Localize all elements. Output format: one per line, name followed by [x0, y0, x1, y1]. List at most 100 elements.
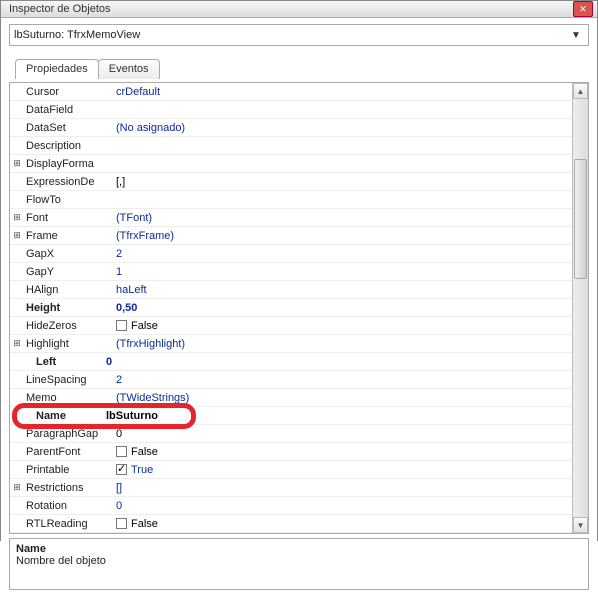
property-value-text: False — [131, 320, 158, 332]
property-row[interactable]: GapX2 — [10, 245, 572, 263]
property-name: Frame — [24, 230, 110, 242]
property-value[interactable]: [] — [110, 482, 572, 494]
checkbox-icon[interactable] — [116, 446, 127, 457]
property-row[interactable]: Memo(TWideStrings) — [10, 389, 572, 407]
property-value[interactable]: 0 — [100, 356, 572, 368]
scroll-up-arrow-icon[interactable]: ▲ — [573, 83, 588, 99]
property-row[interactable]: DataSet(No asignado) — [10, 119, 572, 137]
checkbox-icon[interactable] — [116, 320, 127, 331]
tabs: Propiedades Eventos — [9, 54, 589, 78]
property-value[interactable]: haLeft — [110, 284, 572, 296]
property-row[interactable]: RTLReading False — [10, 515, 572, 533]
titlebar: Inspector de Objetos ✕ — [1, 1, 597, 18]
scroll-track[interactable] — [573, 99, 588, 517]
property-row[interactable]: Left0 — [10, 353, 572, 371]
property-value[interactable]: 2 — [110, 248, 572, 260]
checkbox-icon[interactable] — [116, 464, 127, 475]
property-value[interactable]: 0,50 — [110, 302, 572, 314]
property-name: ExpressionDe — [24, 176, 110, 188]
property-name: Restrictions — [24, 482, 110, 494]
property-row[interactable]: FlowTo — [10, 191, 572, 209]
property-row[interactable]: Height0,50 — [10, 299, 572, 317]
property-grid[interactable]: CursorcrDefaultDataFieldDataSet(No asign… — [10, 83, 572, 533]
property-value[interactable]: 1 — [110, 266, 572, 278]
property-name: Name — [24, 410, 100, 422]
property-value[interactable]: [,] — [110, 176, 572, 188]
tab-properties[interactable]: Propiedades — [15, 59, 99, 79]
property-name: DataSet — [24, 122, 110, 134]
property-name: DisplayForma — [24, 158, 110, 170]
property-value-text: True — [131, 464, 153, 476]
property-row[interactable]: ⊞Restrictions[] — [10, 479, 572, 497]
property-row[interactable]: Rotation0 — [10, 497, 572, 515]
property-name: Left — [24, 356, 100, 368]
property-row[interactable]: NamelbSuturno — [10, 407, 572, 425]
property-row[interactable]: ⊞Font(TFont) — [10, 209, 572, 227]
property-row[interactable]: ParagraphGap0 — [10, 425, 572, 443]
property-row[interactable]: ExpressionDe[,] — [10, 173, 572, 191]
description-panel: Name Nombre del objeto — [9, 538, 589, 590]
property-value[interactable]: 2 — [110, 374, 572, 386]
expand-icon[interactable]: ⊞ — [10, 482, 24, 493]
close-icon: ✕ — [579, 4, 587, 15]
property-row[interactable]: LineSpacing2 — [10, 371, 572, 389]
property-name: Height — [24, 302, 110, 314]
property-value[interactable]: (TfrxFrame) — [110, 230, 572, 242]
property-value[interactable]: (TWideStrings) — [110, 392, 572, 404]
property-value[interactable]: 0 — [110, 500, 572, 512]
property-row[interactable]: DataField — [10, 101, 572, 119]
scroll-down-arrow-icon[interactable]: ▼ — [573, 517, 588, 533]
property-name: FlowTo — [24, 194, 110, 206]
property-value[interactable]: crDefault — [110, 86, 572, 98]
expand-icon[interactable]: ⊞ — [10, 212, 24, 223]
object-inspector-window: Inspector de Objetos ✕ lbSuturno: TfrxMe… — [0, 0, 598, 541]
description-title: Name — [16, 543, 582, 555]
close-button[interactable]: ✕ — [573, 1, 593, 17]
property-row[interactable]: CursorcrDefault — [10, 83, 572, 101]
property-row[interactable]: PrintableTrue — [10, 461, 572, 479]
property-name: ParagraphGap — [24, 428, 110, 440]
property-value[interactable]: False — [110, 446, 572, 458]
expand-icon[interactable]: ⊞ — [10, 338, 24, 349]
property-name: Memo — [24, 392, 110, 404]
property-value[interactable]: False — [110, 320, 572, 332]
property-row[interactable]: HideZeros False — [10, 317, 572, 335]
property-value[interactable]: 0 — [110, 428, 572, 440]
property-value-text: False — [131, 518, 158, 530]
body-area: lbSuturno: TfrxMemoView ▼ Propiedades Ev… — [1, 18, 597, 598]
scroll-thumb[interactable] — [574, 159, 587, 279]
property-name: GapY — [24, 266, 110, 278]
description-text: Nombre del objeto — [16, 555, 582, 567]
property-value[interactable]: lbSuturno — [100, 410, 572, 422]
vertical-scrollbar[interactable]: ▲ ▼ — [572, 83, 588, 533]
property-value[interactable]: (No asignado) — [110, 122, 572, 134]
expand-icon[interactable]: ⊞ — [10, 158, 24, 169]
property-row[interactable]: ⊞Highlight(TfrxHighlight) — [10, 335, 572, 353]
property-row[interactable]: ParentFontFalse — [10, 443, 572, 461]
tab-events[interactable]: Eventos — [98, 59, 160, 79]
property-value[interactable]: (TfrxHighlight) — [110, 338, 572, 350]
property-value[interactable]: (TFont) — [110, 212, 572, 224]
property-row[interactable]: ⊞Frame(TfrxFrame) — [10, 227, 572, 245]
property-value[interactable]: True — [110, 464, 572, 476]
property-name: ParentFont — [24, 446, 110, 458]
property-name: LineSpacing — [24, 374, 110, 386]
object-selector[interactable]: lbSuturno: TfrxMemoView ▼ — [9, 24, 589, 46]
property-name: Font — [24, 212, 110, 224]
property-name: RTLReading — [24, 518, 110, 530]
property-grid-wrap: CursorcrDefaultDataFieldDataSet(No asign… — [9, 82, 589, 534]
expand-icon[interactable]: ⊞ — [10, 230, 24, 241]
property-name: GapX — [24, 248, 110, 260]
property-row[interactable]: HAlignhaLeft — [10, 281, 572, 299]
property-name: Cursor — [24, 86, 110, 98]
property-row[interactable]: ⊞DisplayForma — [10, 155, 572, 173]
checkbox-icon[interactable] — [116, 518, 127, 529]
property-value[interactable]: False — [110, 518, 572, 530]
property-name: Highlight — [24, 338, 110, 350]
property-row[interactable]: Description — [10, 137, 572, 155]
property-row[interactable]: GapY1 — [10, 263, 572, 281]
property-name: DataField — [24, 104, 110, 116]
chevron-down-icon[interactable]: ▼ — [568, 30, 584, 41]
property-name: HAlign — [24, 284, 110, 296]
property-name: HideZeros — [24, 320, 110, 332]
